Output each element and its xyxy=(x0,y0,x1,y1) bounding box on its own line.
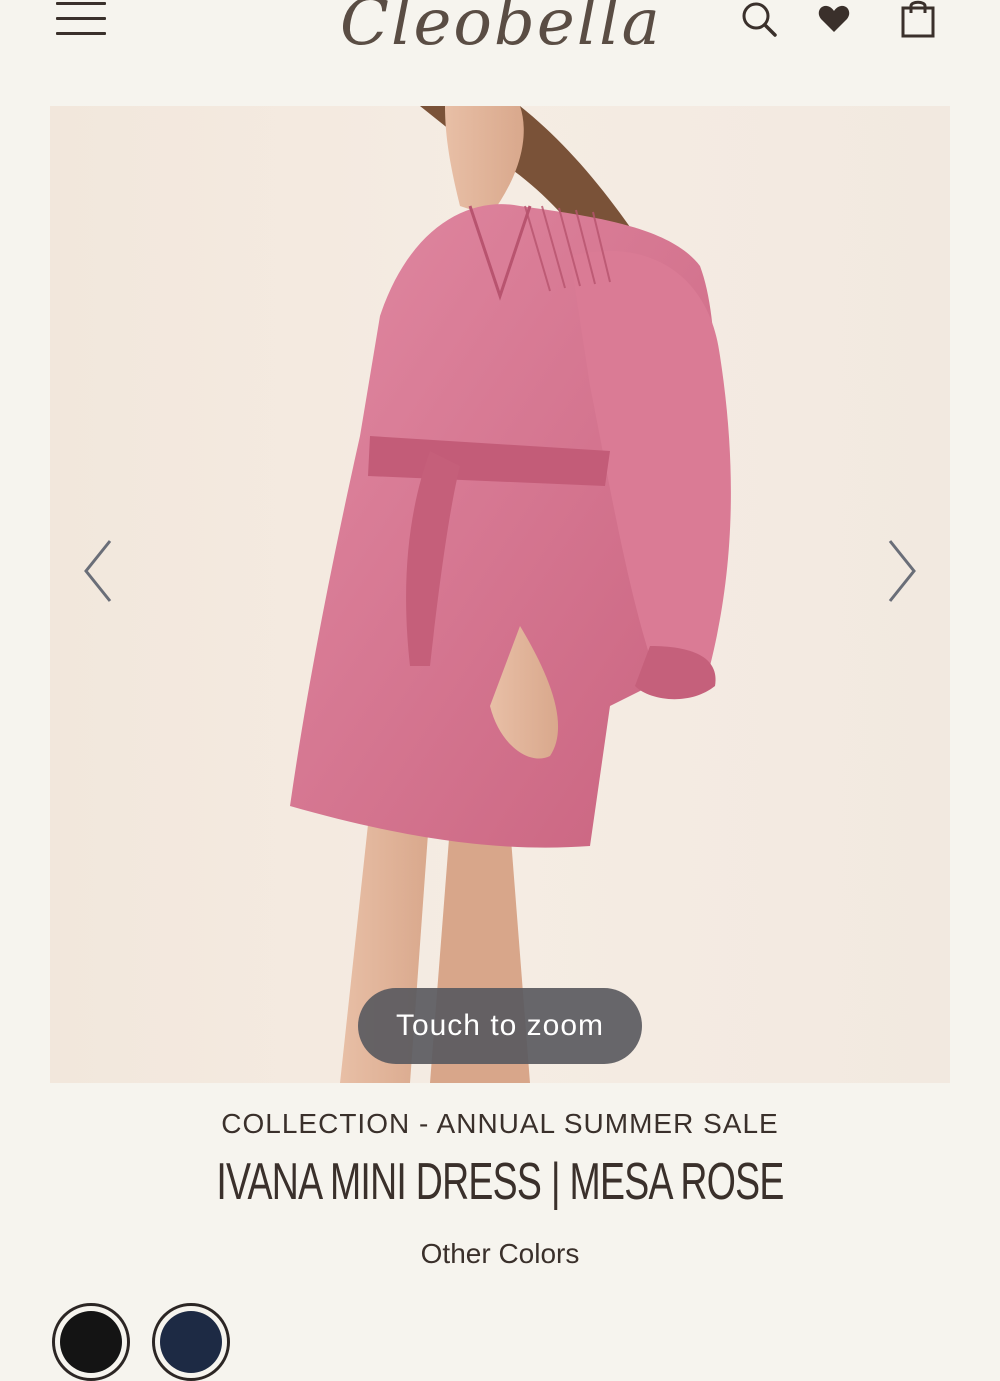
next-image-button[interactable] xyxy=(880,536,920,606)
product-image[interactable]: Touch to zoom xyxy=(50,106,950,1083)
color-swatch-navy[interactable] xyxy=(152,1303,230,1381)
other-colors-label: Other Colors xyxy=(420,1238,580,1269)
shopping-bag-icon[interactable] xyxy=(900,0,936,40)
menu-icon-bar xyxy=(56,32,106,35)
swatch-fill xyxy=(60,1311,122,1373)
color-swatch-black[interactable] xyxy=(52,1303,130,1381)
swatch-fill xyxy=(160,1311,222,1373)
chevron-left-icon xyxy=(84,540,112,602)
previous-image-button[interactable] xyxy=(80,536,120,606)
product-title: IVANA MINI DRESS | MESA ROSE xyxy=(216,1153,784,1211)
menu-icon-bar xyxy=(56,17,106,20)
model-photo xyxy=(290,106,731,1083)
heart-icon[interactable] xyxy=(818,4,850,34)
menu-icon-bar xyxy=(56,2,106,5)
menu-button[interactable] xyxy=(56,0,108,38)
site-header: Cleobella xyxy=(0,0,1000,90)
touch-to-zoom-hint[interactable]: Touch to zoom xyxy=(358,988,642,1064)
search-icon[interactable] xyxy=(740,0,780,40)
brand-logo[interactable]: Cleobella xyxy=(340,0,660,68)
chevron-right-icon xyxy=(888,540,916,602)
collection-label[interactable]: COLLECTION - ANNUAL SUMMER SALE xyxy=(0,1108,1000,1140)
